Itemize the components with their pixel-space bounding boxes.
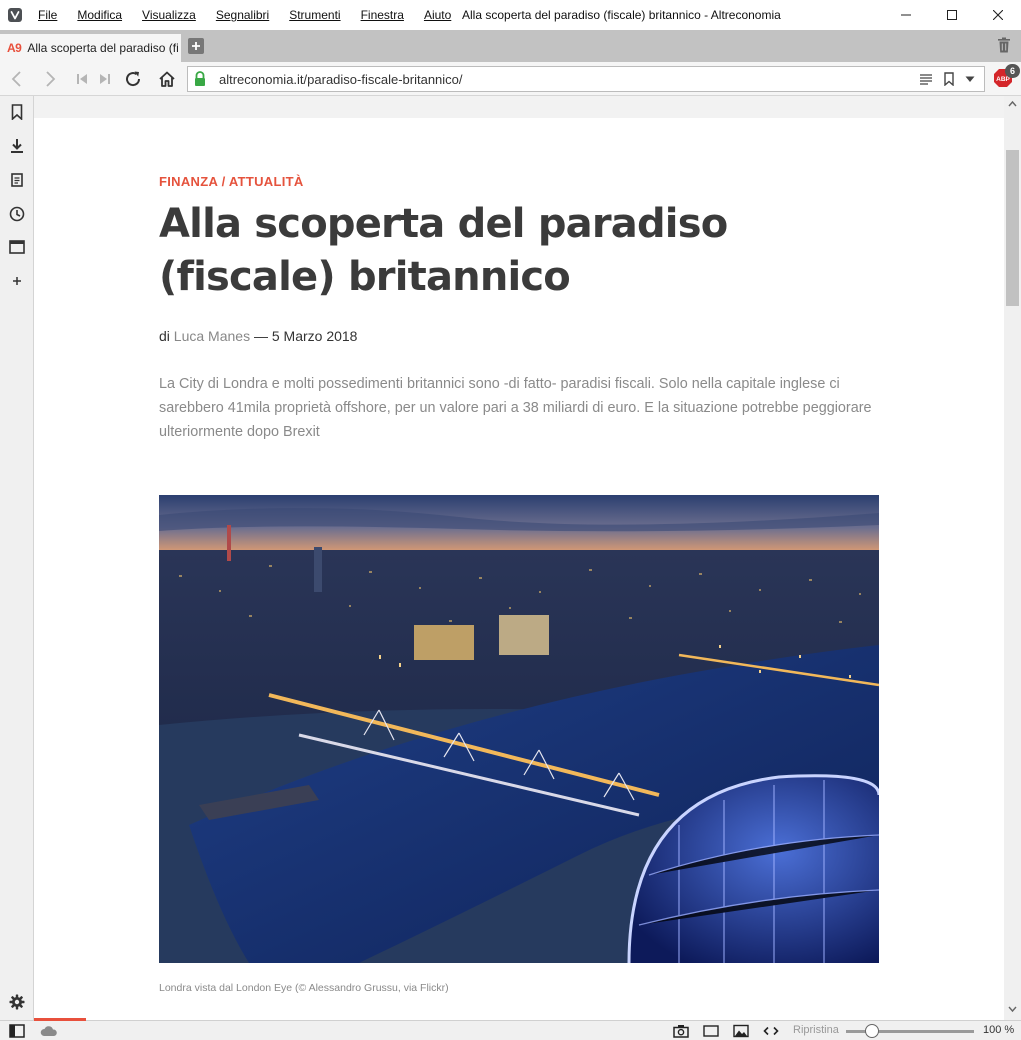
zoom-level: 100 % [983,1024,1015,1036]
browser-window: File Modifica Visualizza Segnalibri Stru… [0,0,1021,1040]
trash-icon [998,37,1010,53]
dropdown-arrow-icon[interactable] [963,72,977,86]
rewind-icon [77,74,87,84]
menu-aiuto[interactable]: Aiuto [414,8,461,22]
scroll-up-arrow-icon[interactable] [1004,96,1021,113]
close-icon [993,10,1003,20]
fast-forward-icon [100,74,110,84]
close-button[interactable] [975,0,1021,30]
fast-forward-button[interactable] [94,69,116,89]
article-byline: di Luca Manes — 5 Marzo 2018 [159,328,357,344]
vertical-scrollbar[interactable] [1004,96,1021,1020]
london-night-photo [159,495,879,963]
menu-visualizza[interactable]: Visualizza [132,8,206,22]
rewind-button[interactable] [71,69,93,89]
adblock-count-badge: 6 [1005,64,1020,78]
navigation-bar: altreconomia.it/paradiso-fiscale-britann… [0,62,1021,96]
maximize-icon [947,10,957,20]
reload-icon [126,71,141,87]
bookmarks-panel-button[interactable] [9,104,25,120]
menu-bar: File Modifica Visualizza Segnalibri Stru… [38,8,461,22]
vivaldi-logo-icon[interactable] [8,8,22,22]
back-button[interactable] [6,69,28,89]
back-arrow-icon [11,71,21,87]
date-separator: — [253,328,268,344]
bookmark-page-icon[interactable] [942,72,956,86]
minimize-button[interactable] [883,0,929,30]
zoom-slider-handle[interactable] [865,1024,879,1038]
menu-finestra[interactable]: Finestra [351,8,414,22]
loading-progress [34,1018,86,1021]
scrollbar-thumb[interactable] [1006,150,1019,306]
forward-button[interactable] [39,69,61,89]
menu-segnalibri[interactable]: Segnalibri [206,8,279,22]
article-category[interactable]: FINANZA / ATTUALITÀ [159,174,304,189]
tab-title: Alla scoperta del paradiso (fi [27,41,179,55]
menu-modifica[interactable]: Modifica [67,8,132,22]
closed-tabs-trash-button[interactable] [997,37,1013,55]
web-content: FINANZA / ATTUALITÀ Alla scoperta del pa… [34,96,1004,1020]
address-bar[interactable]: altreconomia.it/paradiso-fiscale-britann… [187,66,985,92]
window-icon [9,240,25,254]
page-tiling-icon[interactable] [703,1024,719,1038]
maximize-button[interactable] [929,0,975,30]
settings-button[interactable] [9,994,25,1010]
notes-icon [11,173,23,187]
downloads-panel-button[interactable] [9,138,25,154]
title-bar: File Modifica Visualizza Segnalibri Stru… [0,0,1021,30]
bookmark-icon [11,104,23,120]
add-web-panel-button[interactable] [9,273,25,289]
home-icon [159,71,175,87]
url-text[interactable]: altreconomia.it/paradiso-fiscale-britann… [219,72,463,87]
status-bar: Ripristina 100 % [0,1018,1021,1040]
new-tab-button[interactable] [188,38,204,54]
add-panel-icon [13,277,21,285]
author-link[interactable]: Luca Manes [174,328,250,344]
scroll-down-arrow-icon[interactable] [1004,1000,1021,1017]
history-icon [9,206,25,222]
hero-image[interactable] [159,495,879,963]
article-summary: La City di Londra e molti possedimenti b… [159,376,872,440]
reader-view-icon[interactable] [919,72,933,86]
home-button[interactable] [156,69,178,89]
site-header-strip [34,96,1004,118]
menu-file[interactable]: File [38,8,67,22]
tab-bar: A9 Alla scoperta del paradiso (fi [0,30,1021,62]
plus-icon [192,42,200,50]
byline-prefix: di [159,328,170,344]
menu-strumenti[interactable]: Strumenti [279,8,350,22]
zoom-reset-label[interactable]: Ripristina [793,1024,839,1036]
toggle-panel-icon[interactable] [9,1024,25,1038]
tab-active[interactable]: A9 Alla scoperta del paradiso (fi [0,34,181,62]
article-date: 5 Marzo 2018 [271,328,358,344]
page-actions-code-icon[interactable] [763,1024,779,1038]
gear-icon [9,994,25,1010]
secure-lock-icon[interactable] [189,68,211,90]
reload-button[interactable] [122,69,144,89]
notes-panel-button[interactable] [9,172,25,188]
forward-arrow-icon [46,71,56,87]
sync-cloud-icon[interactable] [40,1024,58,1038]
minimize-icon [901,14,911,16]
images-toggle-icon[interactable] [733,1024,749,1038]
screenshot-camera-icon[interactable] [673,1024,689,1038]
site-favicon-icon: A9 [7,41,22,55]
window-panel-button[interactable] [9,239,25,255]
history-panel-button[interactable] [9,206,25,222]
side-panel [0,96,34,1020]
image-caption: Londra vista dal London Eye (© Alessandr… [159,982,449,994]
download-icon [11,139,23,153]
article-title: Alla scoperta del paradiso (fiscale) bri… [159,201,728,300]
window-title: Alla scoperta del paradiso (fiscale) bri… [462,8,781,22]
